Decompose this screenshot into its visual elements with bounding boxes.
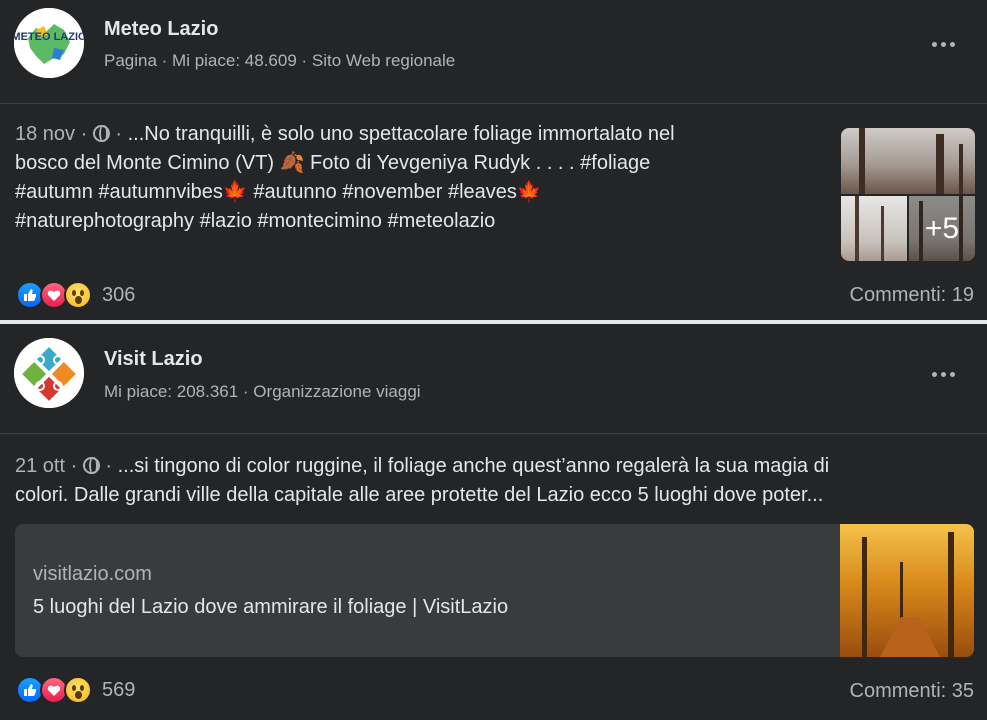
reactions-summary[interactable]: 569 xyxy=(16,676,135,704)
avatar[interactable] xyxy=(14,338,84,408)
post-text-line: #naturephotography #lazio #montecimino #… xyxy=(15,210,496,232)
reaction-count: 569 xyxy=(102,678,136,701)
photo-thumbnail[interactable] xyxy=(841,128,975,194)
page-meta: Mi piace: 208.361 · Organizzazione viagg… xyxy=(104,382,421,401)
photo-gallery[interactable]: +5 xyxy=(841,128,975,261)
photo-thumbnail[interactable] xyxy=(841,196,907,261)
post-text-line: bosco del Monte Cimino (VT) 🍂 Foto di Ye… xyxy=(15,152,651,174)
post-text: 21 ott · · ...si tingono di color ruggin… xyxy=(15,452,945,510)
comments-count-link[interactable]: Commenti: 19 xyxy=(850,284,975,307)
separator-dot: · xyxy=(99,455,118,477)
post-header: METEO LAZIO Meteo Lazio Pagina · Mi piac… xyxy=(0,0,987,104)
post-visit-lazio: Visit Lazio Mi piace: 208.361 · Organizz… xyxy=(0,324,987,720)
reaction-count: 306 xyxy=(102,283,136,306)
link-title[interactable]: 5 luoghi del Lazio dove ammirare il foli… xyxy=(33,596,508,619)
more-options-icon[interactable] xyxy=(923,356,963,392)
more-options-icon[interactable] xyxy=(923,26,963,62)
avatar-logo-text: METEO LAZIO xyxy=(14,31,84,43)
page-meta: Pagina · Mi piace: 48.609 · Sito Web reg… xyxy=(104,51,456,70)
post-meteo-lazio: METEO LAZIO Meteo Lazio Pagina · Mi piac… xyxy=(0,0,987,320)
globe-icon xyxy=(92,125,110,142)
avatar[interactable]: METEO LAZIO xyxy=(14,8,84,78)
separator-dot: · xyxy=(75,123,93,145)
divider xyxy=(0,433,987,434)
post-text-line: colori. Dalle grandi ville della capital… xyxy=(15,484,824,506)
separator-dot: · xyxy=(65,455,83,477)
more-photos-overlay[interactable]: +5 xyxy=(909,196,975,261)
post-text-line: ...si tingono di color ruggine, il folia… xyxy=(117,455,830,477)
globe-icon xyxy=(82,457,100,474)
link-domain: visitlazio.com xyxy=(33,563,152,585)
wow-reaction-icon xyxy=(64,676,92,704)
comments-count-link[interactable]: Commenti: 35 xyxy=(850,680,975,703)
photo-thumbnail-more[interactable]: +5 xyxy=(909,196,975,261)
link-thumbnail[interactable] xyxy=(840,524,974,657)
link-preview-card[interactable]: visitlazio.com 5 luoghi del Lazio dove a… xyxy=(15,524,974,657)
post-text-line: ...No tranquilli, è solo uno spettacolar… xyxy=(127,123,675,145)
post-text-line: #autumn #autumnvibes🍁 #autunno #november… xyxy=(15,181,542,203)
reactions-summary[interactable]: 306 xyxy=(16,281,135,309)
divider xyxy=(0,103,987,104)
post-text: 18 nov · · ...No tranquilli, è solo uno … xyxy=(15,120,815,236)
page-name-link[interactable]: Meteo Lazio xyxy=(104,18,218,41)
post-header: Visit Lazio Mi piace: 208.361 · Organizz… xyxy=(0,324,987,428)
separator-dot: · xyxy=(109,123,128,145)
page-name-link[interactable]: Visit Lazio xyxy=(104,348,203,371)
more-photos-count: +5 xyxy=(924,211,960,245)
post-date-link[interactable]: 18 nov xyxy=(15,123,75,145)
wow-reaction-icon xyxy=(64,281,92,309)
post-date-link[interactable]: 21 ott xyxy=(15,455,65,477)
